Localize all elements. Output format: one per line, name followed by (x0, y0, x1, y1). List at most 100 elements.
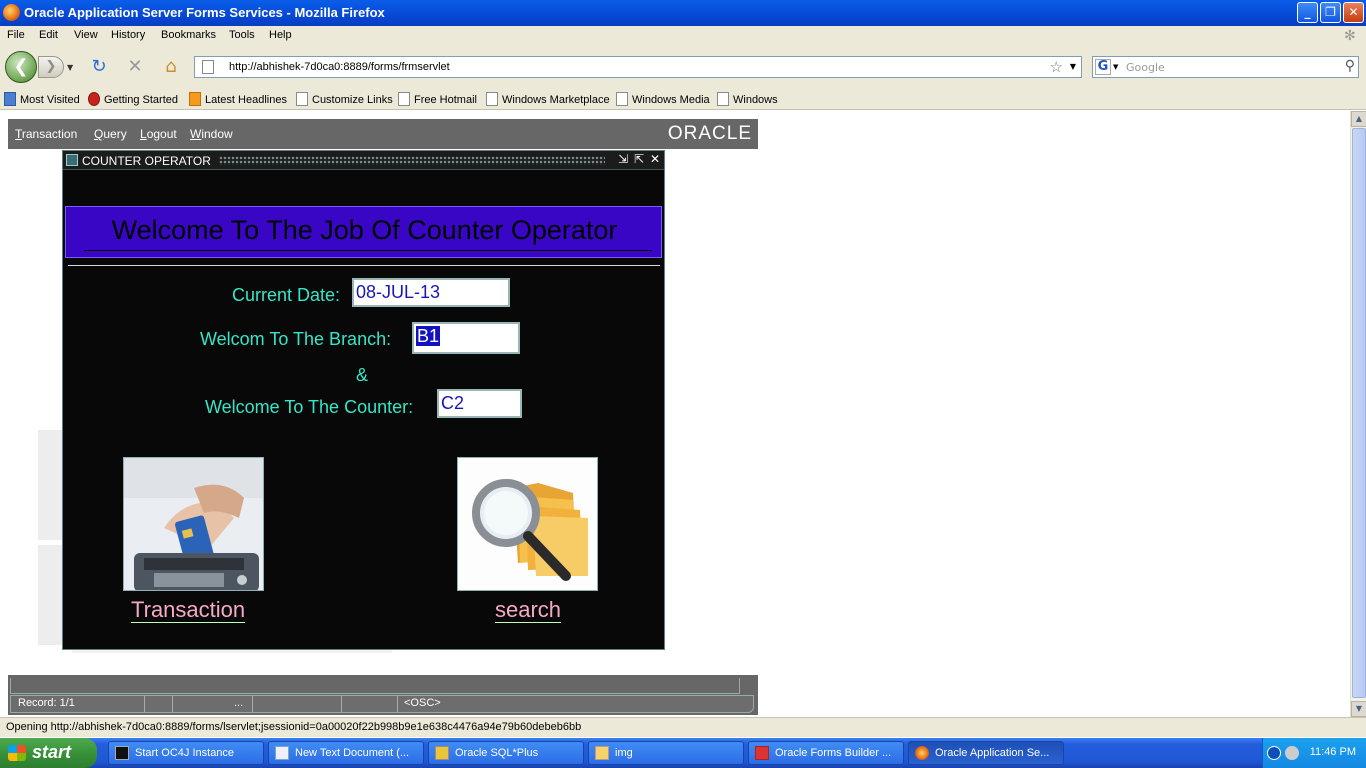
folder-search-icon (458, 458, 597, 590)
bookmark-star-icon[interactable]: ☆ (1050, 58, 1063, 76)
search-button-label[interactable]: search (495, 598, 562, 623)
folder-icon (595, 746, 609, 760)
search-engine-dropdown-icon[interactable]: ▼ (1113, 63, 1118, 71)
firefox-icon (3, 4, 20, 21)
bookmark-most-visited[interactable]: Most Visited (4, 92, 80, 106)
menu-help[interactable]: Help (269, 29, 292, 41)
task-sqlplus[interactable]: Oracle SQL*Plus (428, 741, 584, 765)
scroll-thumb[interactable] (1352, 128, 1366, 698)
bookmark-latest-headlines[interactable]: Latest Headlines (189, 92, 287, 106)
bookmark-free-hotmail[interactable]: Free Hotmail (398, 92, 477, 106)
firefox-icon (915, 746, 929, 760)
vertical-scrollbar[interactable]: ▲ ▼ (1350, 111, 1366, 717)
url-bar[interactable]: http://abhishek-7d0ca0:8889/forms/frmser… (194, 56, 1082, 78)
bookmark-windows-media[interactable]: Windows Media (616, 92, 710, 106)
page-icon (717, 92, 729, 106)
search-box[interactable]: G ▼ Google ⚲ (1092, 56, 1359, 78)
notepad-icon (275, 746, 289, 760)
applet-menu-query[interactable]: Query (94, 127, 127, 141)
forms-status-bar: Record: 1/1 ... <OSC> (8, 675, 758, 715)
branch-value: B1 (416, 326, 441, 346)
applet-menu-transaction[interactable]: Transaction (15, 127, 77, 141)
scroll-down-icon[interactable]: ▼ (1351, 701, 1366, 717)
search-icon[interactable]: ⚲ (1345, 58, 1355, 74)
network-icon[interactable] (1285, 746, 1299, 760)
google-icon[interactable]: G (1095, 59, 1111, 75)
url-dropdown-icon[interactable]: ▼ (1070, 62, 1076, 71)
window-title: Oracle Application Server Forms Services… (24, 5, 385, 20)
task-forms-builder[interactable]: Oracle Forms Builder ... (748, 741, 904, 765)
bookmark-getting-started[interactable]: Getting Started (88, 92, 178, 106)
form-maximize-icon[interactable]: ⇱ (634, 152, 644, 166)
bookmark-windows[interactable]: Windows (717, 92, 778, 106)
form-title: COUNTER OPERATOR (82, 154, 211, 168)
form-minimize-icon[interactable]: ⇲ (618, 152, 628, 166)
counter-operator-window: COUNTER OPERATOR ⇲ ⇱ ✕ Welcome To The Jo… (62, 150, 665, 650)
form-window-icon (66, 154, 78, 166)
applet-menu-logout[interactable]: Logout (140, 127, 177, 141)
transaction-button-label[interactable]: Transaction (131, 598, 246, 623)
minimize-button[interactable]: _ (1297, 2, 1318, 23)
back-button[interactable]: ❮ (5, 51, 37, 83)
divider (68, 265, 660, 266)
status-text: Opening http://abhishek-7d0ca0:8889/form… (6, 721, 582, 733)
throbber-icon: ✻ (1344, 27, 1356, 43)
menu-bookmarks[interactable]: Bookmarks (161, 29, 216, 41)
start-button[interactable]: start (0, 738, 97, 768)
status-ellipsis: ... (234, 697, 244, 709)
counter-field[interactable]: C2 (437, 389, 522, 418)
task-img-folder[interactable]: img (588, 741, 744, 765)
counter-label: Welcome To The Counter: (205, 397, 414, 417)
home-icon[interactable]: ⌂ (160, 57, 182, 77)
history-dropdown-icon[interactable]: ▼ (67, 63, 73, 72)
clock: 11:46 PM (1309, 746, 1356, 758)
close-button[interactable]: ✕ (1343, 2, 1364, 23)
stop-icon[interactable]: ✕ (124, 57, 146, 77)
task-firefox[interactable]: Oracle Application Se... (908, 741, 1064, 765)
tray-expand-icon[interactable] (1267, 746, 1281, 760)
page-icon (296, 92, 308, 106)
navigation-toolbar: ❮ ❯ ▼ ↻ ✕ ⌂ http://abhishek-7d0ca0:8889/… (0, 46, 1366, 88)
search-placeholder[interactable]: Google (1126, 61, 1165, 74)
scroll-up-icon[interactable]: ▲ (1351, 111, 1366, 127)
transaction-image-button[interactable] (123, 457, 264, 591)
page-icon (202, 60, 214, 74)
welcome-banner-text: Welcome To The Job Of Counter Operator (111, 215, 618, 245)
form-title-bar[interactable]: COUNTER OPERATOR ⇲ ⇱ ✕ (63, 151, 664, 170)
status-separator (341, 696, 342, 712)
ampersand-label: & (356, 365, 369, 385)
form-close-icon[interactable]: ✕ (650, 152, 660, 166)
welcome-banner: Welcome To The Job Of Counter Operator (65, 206, 662, 258)
applet-menu-window[interactable]: Window (190, 127, 233, 141)
forms-applet-menu-bar: Transaction Query Logout Window ORACLE (8, 119, 758, 149)
browser-status-bar: Opening http://abhishek-7d0ca0:8889/form… (0, 717, 1366, 737)
branch-label: Welcom To The Branch: (200, 329, 392, 349)
osc-indicator: <OSC> (404, 697, 441, 709)
task-oc4j[interactable]: Start OC4J Instance (108, 741, 264, 765)
status-line (10, 695, 754, 713)
forward-button[interactable]: ❯ (38, 56, 64, 78)
page-icon (398, 92, 410, 106)
bookmark-windows-marketplace[interactable]: Windows Marketplace (486, 92, 610, 106)
url-text[interactable]: http://abhishek-7d0ca0:8889/forms/frmser… (229, 61, 450, 73)
menu-edit[interactable]: Edit (39, 29, 58, 41)
getting-started-icon (88, 92, 100, 106)
windows-flag-icon (8, 745, 26, 761)
menu-file[interactable]: File (7, 29, 25, 41)
record-indicator: Record: 1/1 (18, 697, 75, 709)
menu-view[interactable]: View (74, 29, 98, 41)
message-line (10, 678, 740, 694)
page-icon (486, 92, 498, 106)
search-image-button[interactable] (457, 457, 598, 591)
bookmark-customize-links[interactable]: Customize Links (296, 92, 393, 106)
rss-icon (189, 92, 201, 106)
task-notepad[interactable]: New Text Document (... (268, 741, 424, 765)
status-separator (144, 696, 145, 712)
menu-history[interactable]: History (111, 29, 145, 41)
reload-icon[interactable]: ↻ (88, 57, 110, 77)
current-date-field[interactable]: 08-JUL-13 (352, 278, 510, 307)
branch-field[interactable]: B1 (412, 322, 520, 354)
menu-tools[interactable]: Tools (229, 29, 255, 41)
taskbar: start Start OC4J Instance New Text Docum… (0, 738, 1366, 768)
maximize-button[interactable]: ❐ (1320, 2, 1341, 23)
